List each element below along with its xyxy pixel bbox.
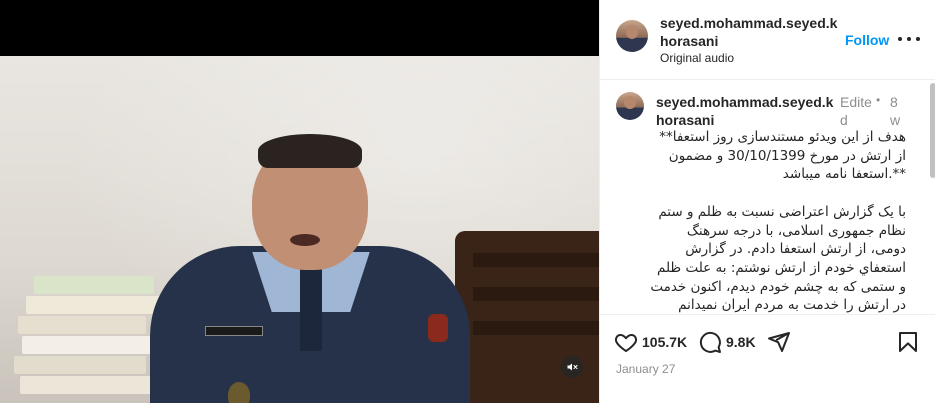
book <box>14 356 146 374</box>
media-area <box>0 0 599 403</box>
video-person-mouth <box>290 234 320 246</box>
book <box>22 336 162 354</box>
book <box>18 316 146 334</box>
book <box>34 276 154 294</box>
post-panel: seyed.mohammad.seyed.khorasani Original … <box>599 0 935 403</box>
book <box>26 296 161 314</box>
post-date[interactable]: January 27 <box>616 362 675 376</box>
video-player[interactable] <box>0 56 599 403</box>
uniform-badge <box>228 382 250 403</box>
heart-icon <box>614 334 638 352</box>
caption-time[interactable]: 8w <box>890 93 902 129</box>
follow-button[interactable]: Follow <box>845 32 889 48</box>
audio-label[interactable]: Original audio <box>660 51 734 65</box>
uniform-nametag <box>205 326 263 336</box>
comments-scrollbar[interactable] <box>930 81 935 314</box>
video-books <box>14 276 164 403</box>
separator-dot: • <box>876 93 881 107</box>
video-chair <box>455 231 599 403</box>
avatar[interactable] <box>616 20 648 52</box>
caption-text: هدف از این ویدئو مستندسازی روز استعفا** … <box>650 129 906 314</box>
uniform-patch <box>428 314 448 342</box>
chair-slat <box>473 287 599 301</box>
avatar[interactable] <box>616 92 644 120</box>
like-count[interactable]: 105.7K <box>642 334 687 350</box>
scrollbar-thumb[interactable] <box>930 83 935 178</box>
chair-slat <box>473 321 599 335</box>
comments-section[interactable]: seyed.mohammad.seyed.khorasani Edited • … <box>600 81 935 314</box>
bookmark-icon <box>899 332 917 352</box>
comment-button[interactable]: 9.8K <box>698 328 756 356</box>
share-icon <box>768 332 790 352</box>
video-person-hair <box>258 134 362 168</box>
post-header: seyed.mohammad.seyed.khorasani Original … <box>600 0 935 80</box>
uniform-tie <box>300 261 322 351</box>
share-button[interactable] <box>767 328 791 356</box>
more-options-button[interactable] <box>898 30 920 48</box>
mute-button[interactable] <box>561 356 583 378</box>
edited-label: Edited <box>840 94 872 128</box>
muted-speaker-icon <box>567 363 578 371</box>
save-button[interactable] <box>896 328 920 356</box>
chair-slat <box>473 253 599 267</box>
like-button[interactable]: 105.7K <box>614 328 687 356</box>
comment-icon <box>699 331 721 353</box>
post-username[interactable]: seyed.mohammad.seyed.khorasani <box>660 14 840 50</box>
action-bar: 105.7K 9.8K January 27 <box>600 314 935 403</box>
more-horizontal-icon <box>898 37 902 41</box>
caption-username[interactable]: seyed.mohammad.seyed.khorasani <box>656 93 834 129</box>
book <box>20 376 158 394</box>
comment-count[interactable]: 9.8K <box>726 334 756 350</box>
